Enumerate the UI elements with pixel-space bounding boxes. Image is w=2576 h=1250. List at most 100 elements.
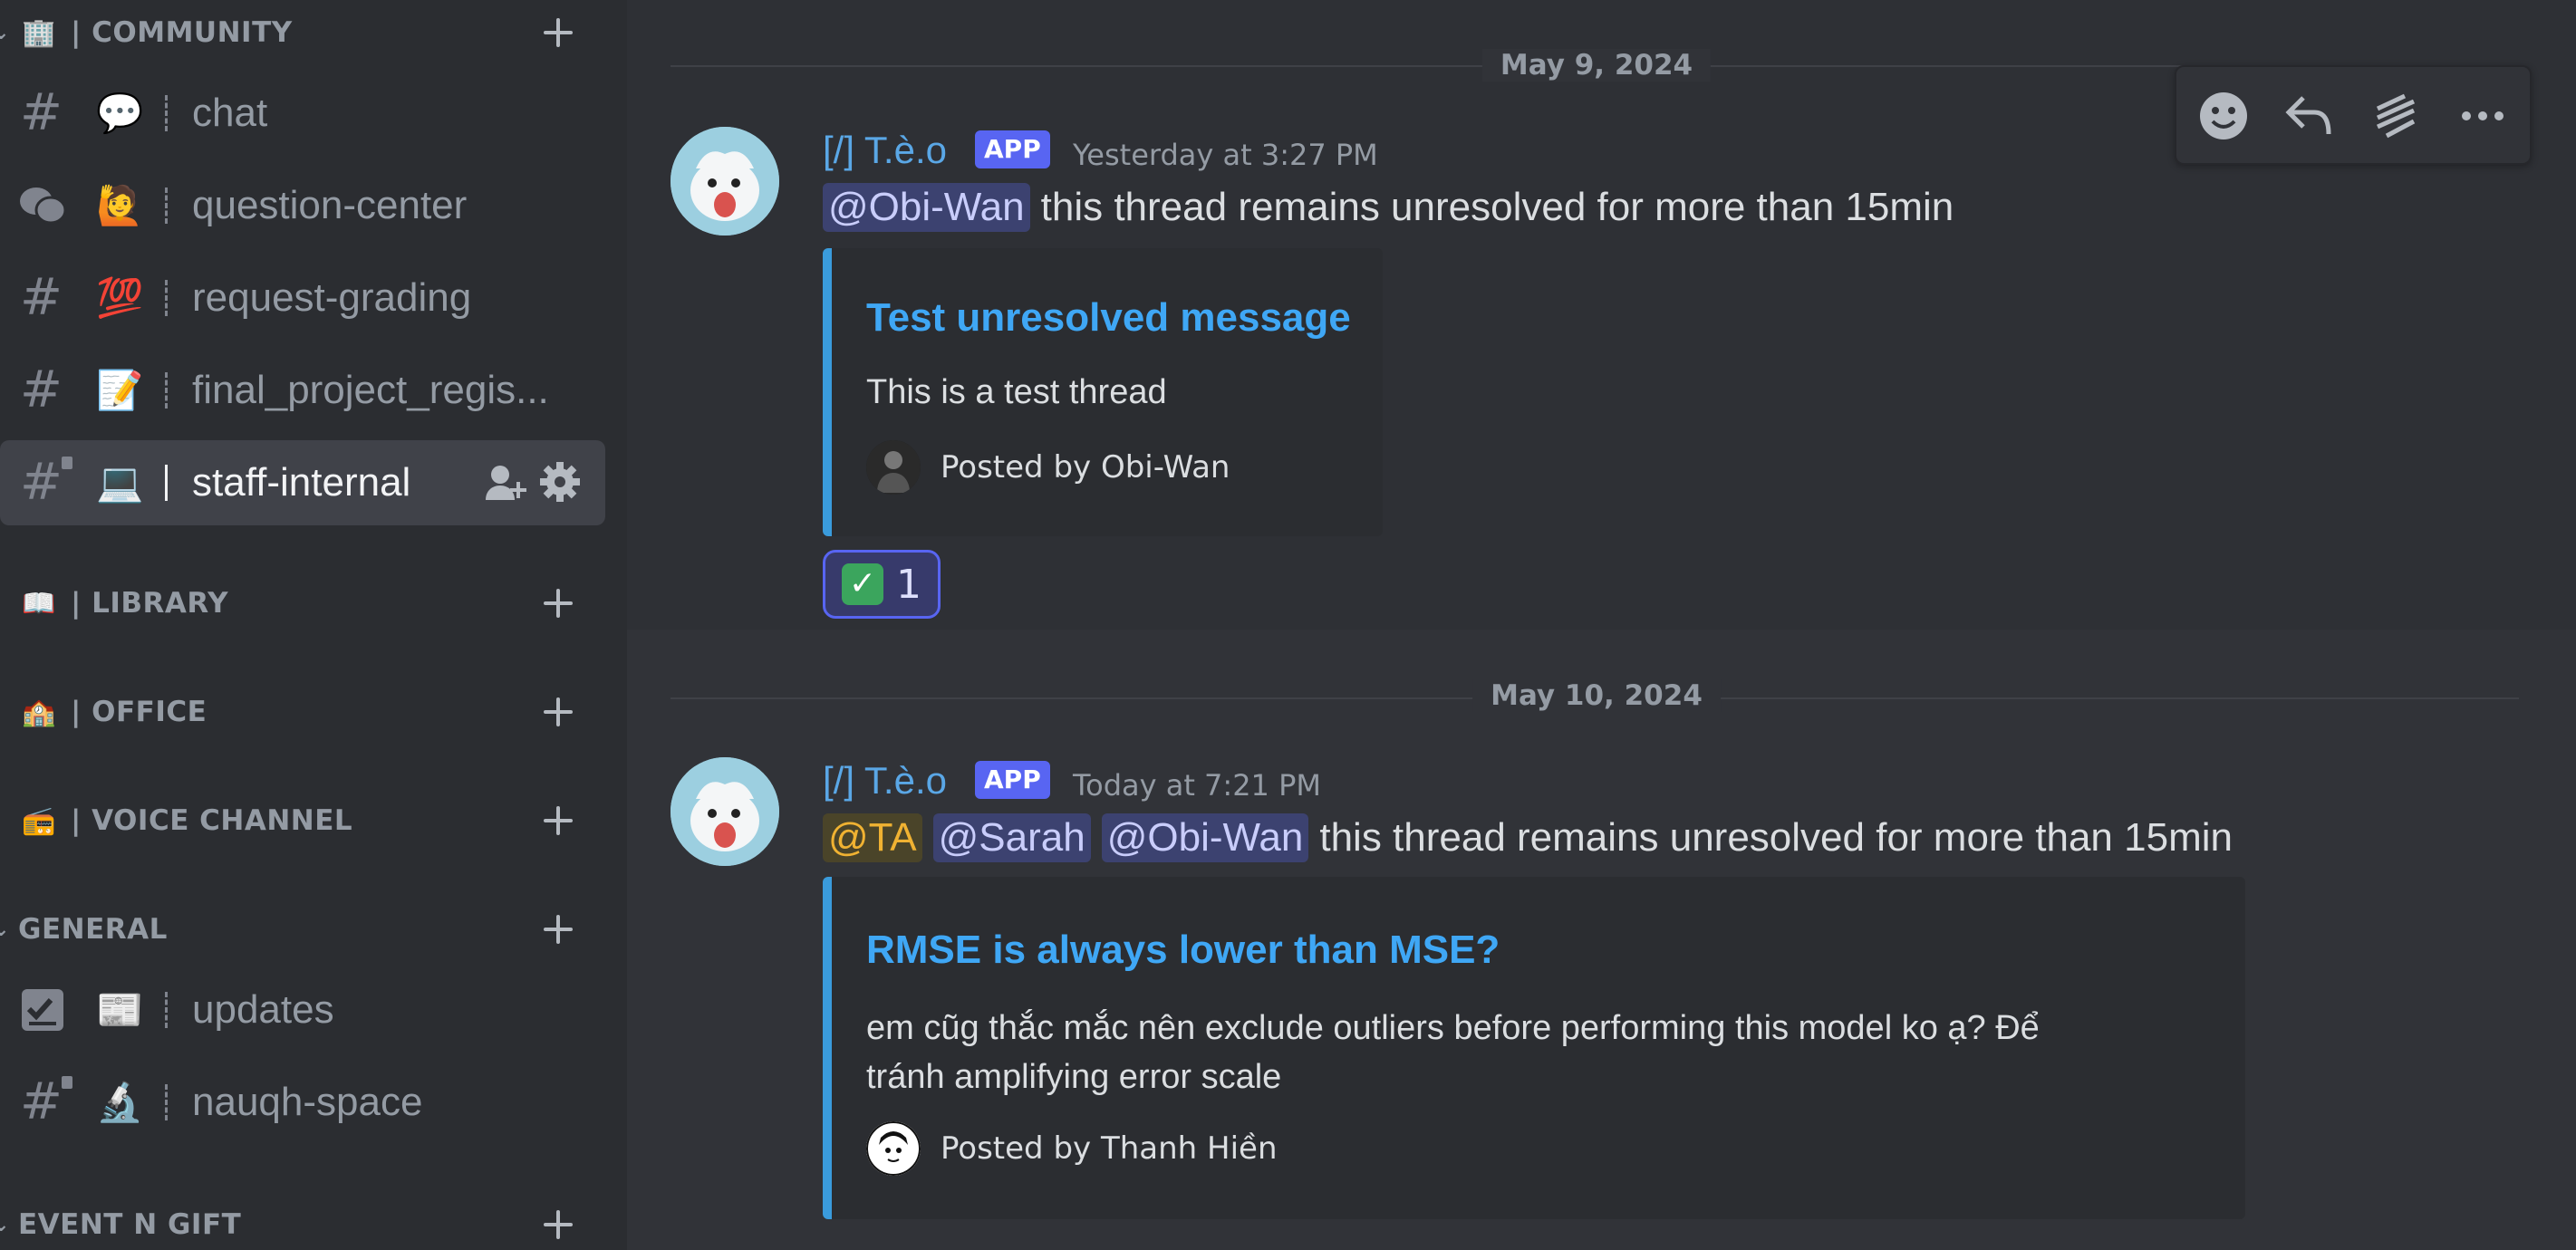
channel-separator: [165, 95, 170, 131]
category-emoji: 🏫: [22, 696, 56, 728]
lock-icon: [62, 457, 72, 469]
channel-label: chat: [192, 91, 268, 135]
channel-emoji: 🙋: [96, 183, 144, 227]
date-divider-label: May 10, 2024: [1472, 679, 1721, 712]
category-emoji: 🏢: [22, 16, 56, 49]
create-channel-plus-icon[interactable]: [538, 909, 578, 949]
create-channel-plus-icon[interactable]: [538, 13, 578, 53]
channel-label: staff-internal: [192, 460, 411, 505]
embed-footer-text: Posted by Obi-Wan: [941, 449, 1230, 486]
message-list: May 9, 2024 [/] T.è.o APP Yesterday at 3…: [627, 0, 2576, 1250]
locked-channel-hash-icon: #: [20, 1072, 63, 1131]
channel-item-final-project[interactable]: # 📝 final_project_regis...: [0, 348, 605, 433]
channel-item-updates[interactable]: 📰 updates: [0, 967, 605, 1053]
text-channel-hash-icon: #: [20, 83, 63, 142]
reaction-check[interactable]: ✓ 1: [823, 550, 941, 619]
embed-description-line: tránh amplifying error scale: [866, 1058, 1282, 1096]
embed-footer: Posted by Obi-Wan: [866, 440, 1230, 495]
lock-icon: [62, 1076, 72, 1089]
channel-separator: [165, 1084, 170, 1120]
locked-channel-hash-icon: #: [20, 453, 63, 512]
create-channel-plus-icon[interactable]: [538, 692, 578, 732]
chevron-down-icon: ⌄: [0, 1213, 10, 1236]
category-label: | VOICE CHANNEL: [71, 804, 353, 837]
forum-channel-icon: [18, 185, 67, 226]
category-office[interactable]: › 🏫 | OFFICE: [0, 685, 627, 739]
channel-label: final_project_regis...: [192, 368, 549, 412]
message-hover-toolbar: [2175, 65, 2532, 165]
message-timestamp[interactable]: Yesterday at 3:27 PM: [1073, 138, 1378, 172]
gear-icon[interactable]: [538, 460, 582, 504]
text-channel-hash-icon: #: [20, 361, 63, 419]
channel-sidebar: ⌄ 🏢 | COMMUNITY # 💬 chat 🙋 question-cent…: [0, 0, 627, 1250]
reply-icon[interactable]: [2282, 89, 2336, 143]
embed-description-line: em cũg thắc mắc nên exclude outliers bef…: [866, 1009, 2040, 1047]
channel-emoji: 🔬: [96, 1080, 144, 1124]
user-mention[interactable]: @Obi-Wan: [1101, 813, 1309, 862]
channel-emoji: 💻: [96, 460, 144, 505]
chevron-right-icon: ›: [0, 810, 2, 832]
invite-member-icon[interactable]: [484, 462, 529, 504]
check-mark-icon: ✓: [842, 563, 883, 605]
embed-description: This is a test thread: [866, 373, 1167, 411]
category-emoji: 📻: [22, 804, 56, 837]
category-emoji: 📖: [22, 587, 56, 620]
role-mention-ta[interactable]: @TA: [823, 813, 922, 862]
poster-avatar: [866, 1121, 921, 1176]
message-author[interactable]: [/] T.è.o: [823, 759, 947, 803]
message-timestamp[interactable]: Today at 7:21 PM: [1073, 768, 1321, 803]
channel-item-staff-internal[interactable]: # 💻 staff-internal: [0, 440, 605, 525]
embed-description: em cũg thắc mắc nên exclude outliers bef…: [866, 1004, 2040, 1101]
reaction-count: 1: [896, 561, 921, 608]
category-event-n-gift[interactable]: ⌄ EVENT N GIFT: [0, 1197, 627, 1250]
category-voice-channel[interactable]: › 📻 | VOICE CHANNEL: [0, 793, 627, 848]
text-channel-hash-icon: #: [20, 268, 63, 327]
create-channel-plus-icon[interactable]: [538, 801, 578, 841]
message-content: @TA @Sarah @Obi-Wan this thread remains …: [823, 813, 2233, 862]
chevron-right-icon: ›: [0, 592, 2, 615]
channel-item-chat[interactable]: # 💬 chat: [0, 71, 605, 156]
bot-avatar[interactable]: [671, 127, 779, 236]
channel-emoji: 📝: [96, 368, 144, 412]
user-mention[interactable]: @Obi-Wan: [823, 183, 1030, 232]
category-label: | LIBRARY: [71, 587, 229, 620]
create-thread-icon[interactable]: [2369, 89, 2423, 143]
channel-separator: [165, 992, 170, 1028]
channel-item-nauqh-space[interactable]: # 🔬 nauqh-space: [0, 1060, 605, 1145]
channel-item-question-center[interactable]: 🙋 question-center: [0, 163, 605, 248]
embed-title[interactable]: Test unresolved message: [866, 295, 1351, 341]
embed-card: RMSE is always lower than MSE? em cũg th…: [823, 877, 2245, 1219]
message-author[interactable]: [/] T.è.o: [823, 129, 947, 172]
channel-emoji: 💯: [96, 275, 144, 320]
channel-emoji: 📰: [96, 987, 144, 1032]
category-general[interactable]: ⌄ GENERAL: [0, 902, 627, 957]
add-reaction-icon[interactable]: [2196, 89, 2251, 143]
chevron-down-icon: ⌄: [0, 21, 10, 44]
user-mention[interactable]: @Sarah: [932, 813, 1091, 862]
category-label: | COMMUNITY: [71, 16, 293, 49]
app-badge: APP: [975, 761, 1050, 799]
date-divider-label: May 9, 2024: [1481, 49, 1712, 82]
category-label: EVENT N GIFT: [18, 1208, 242, 1241]
channel-separator: [165, 188, 170, 224]
channel-separator: [165, 280, 170, 316]
category-community[interactable]: ⌄ 🏢 | COMMUNITY: [0, 5, 627, 60]
channel-label: updates: [192, 987, 334, 1032]
create-channel-plus-icon[interactable]: [538, 583, 578, 623]
channel-separator: [165, 465, 170, 501]
channel-emoji: 💬: [96, 91, 144, 135]
message-text: this thread remains unresolved for more …: [1319, 815, 2233, 860]
create-channel-plus-icon[interactable]: [538, 1205, 578, 1245]
embed-title[interactable]: RMSE is always lower than MSE?: [866, 928, 1500, 973]
embed-footer: Posted by Thanh Hiền: [866, 1121, 1278, 1176]
category-library[interactable]: › 📖 | LIBRARY: [0, 576, 627, 630]
channel-separator: [165, 372, 170, 409]
more-options-icon[interactable]: [2455, 89, 2510, 143]
channel-item-request-grading[interactable]: # 💯 request-grading: [0, 255, 605, 341]
chevron-right-icon: ›: [0, 701, 2, 724]
announcement-checklist-icon: [18, 986, 67, 1034]
bot-avatar[interactable]: [671, 757, 779, 866]
embed-card: Test unresolved message This is a test t…: [823, 248, 1383, 536]
channel-label: request-grading: [192, 275, 472, 320]
channel-label: nauqh-space: [192, 1080, 423, 1124]
